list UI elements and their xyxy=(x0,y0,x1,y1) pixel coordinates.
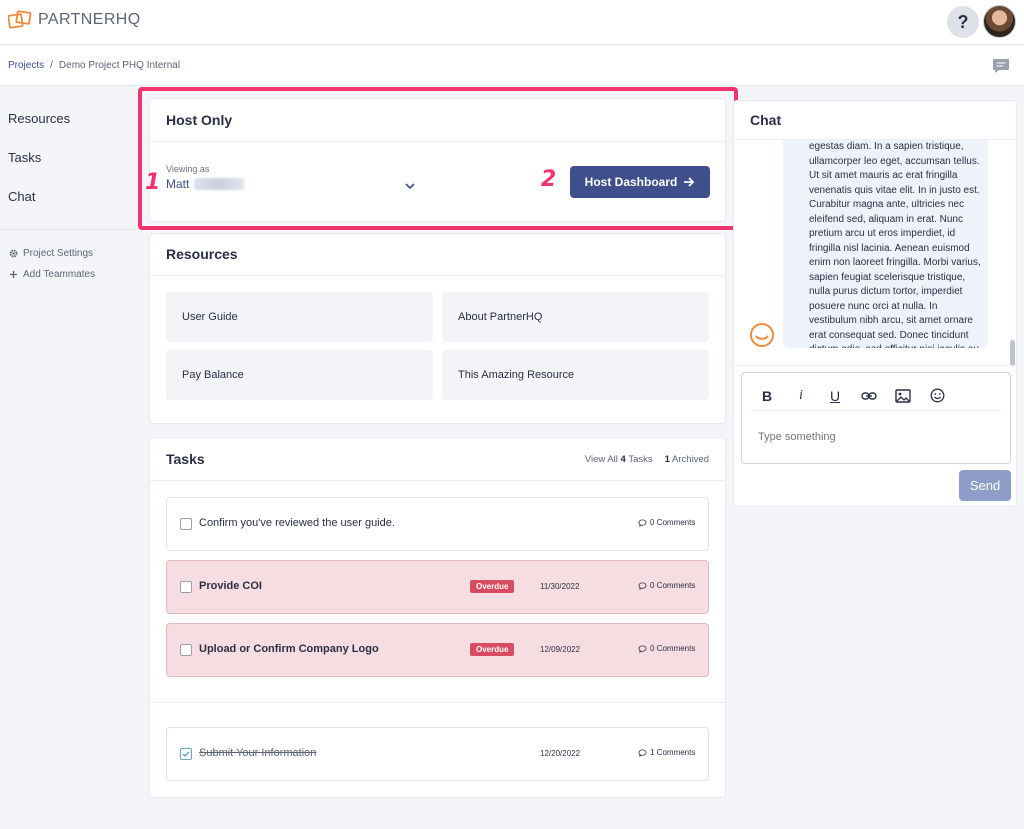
task-label: Submit Your Information xyxy=(199,747,317,759)
task-row[interactable]: Upload or Confirm Company Logo Overdue 1… xyxy=(166,623,709,677)
task-comments[interactable]: 0 Comments xyxy=(638,518,695,527)
chat-message-list[interactable]: egestas diam. In a sapien tristique, ull… xyxy=(734,140,1016,365)
breadcrumb: Projects / Demo Project PHQ Internal xyxy=(8,60,180,71)
feedback-icon[interactable] xyxy=(992,58,1010,74)
task-due-date: 11/30/2022 xyxy=(540,582,580,591)
overdue-badge: Overdue xyxy=(470,643,515,656)
annotation-marker-1: 1 xyxy=(145,170,161,195)
gear-icon xyxy=(9,249,18,258)
underline-button[interactable]: U xyxy=(818,388,852,404)
chat-divider xyxy=(734,365,1016,366)
task-checkbox[interactable] xyxy=(180,581,192,593)
send-button[interactable]: Send xyxy=(959,470,1011,501)
task-row[interactable]: Confirm you've reviewed the user guide. … xyxy=(166,497,709,551)
emoji-icon xyxy=(930,388,944,403)
chat-panel: Chat egestas diam. In a sapien tristique… xyxy=(733,100,1017,507)
nav-item-chat[interactable]: Chat xyxy=(8,189,35,204)
task-due-date: 12/20/2022 xyxy=(540,749,581,758)
partnerhq-logo-icon xyxy=(8,10,32,29)
completed-divider xyxy=(150,702,725,703)
task-checkbox[interactable] xyxy=(180,644,192,656)
link-icon xyxy=(861,391,877,400)
archived-tasks-link[interactable]: 1 Archived xyxy=(665,454,709,465)
user-avatar[interactable] xyxy=(983,5,1016,38)
chat-scrollbar[interactable] xyxy=(1010,340,1015,365)
resources-title: Resources xyxy=(166,246,238,262)
project-settings-link[interactable]: Project Settings xyxy=(9,248,93,259)
add-teammates-link[interactable]: Add Teammates xyxy=(9,269,95,280)
resource-tile[interactable]: User Guide xyxy=(166,292,433,342)
comment-icon xyxy=(638,644,647,653)
logo[interactable]: PARTNERHQ xyxy=(8,10,141,30)
nav-item-tasks[interactable]: Tasks xyxy=(8,150,41,165)
resource-tile[interactable]: This Amazing Resource xyxy=(442,350,709,400)
task-comments[interactable]: 0 Comments xyxy=(638,644,695,653)
emoji-button[interactable] xyxy=(920,388,954,403)
task-label: Upload or Confirm Company Logo xyxy=(199,643,379,655)
host-only-highlight-box xyxy=(138,87,738,230)
task-comments[interactable]: 0 Comments xyxy=(638,581,695,590)
breadcrumb-current: Demo Project PHQ Internal xyxy=(58,60,181,71)
image-button[interactable] xyxy=(886,388,920,403)
logo-text: PARTNERHQ xyxy=(38,11,141,28)
annotation-marker-2: 2 xyxy=(541,167,557,192)
resources-card: Resources User Guide About PartnerHQ Pay… xyxy=(149,233,726,424)
image-icon xyxy=(895,388,911,403)
overdue-badge: Overdue xyxy=(470,580,515,593)
comment-icon xyxy=(638,581,647,590)
resource-tile[interactable]: About PartnerHQ xyxy=(442,292,709,342)
breadcrumb-projects-link[interactable]: Projects xyxy=(8,60,44,71)
plus-icon xyxy=(9,270,18,279)
tasks-card: Tasks View All 4 Tasks 1 Archived Confir… xyxy=(149,437,726,798)
link-button[interactable] xyxy=(852,391,886,401)
view-all-tasks-link[interactable]: View All 4 Tasks xyxy=(585,454,653,465)
task-due-date: 12/09/2022 xyxy=(540,645,581,654)
checkmark-icon xyxy=(182,751,190,758)
comment-icon xyxy=(638,748,647,757)
comment-icon xyxy=(638,518,647,527)
help-button[interactable]: ? xyxy=(947,6,979,38)
editor-toolbar: B i U xyxy=(750,381,1004,411)
chat-title: Chat xyxy=(750,112,782,128)
nav-divider xyxy=(0,229,138,230)
bold-button[interactable]: B xyxy=(750,388,784,404)
breadcrumb-separator: / xyxy=(50,60,53,71)
project-settings-label: Project Settings xyxy=(23,248,94,259)
resource-tile[interactable]: Pay Balance xyxy=(166,350,433,400)
breadcrumb-bar: Projects / Demo Project PHQ Internal xyxy=(0,46,1024,86)
task-checkbox[interactable] xyxy=(180,518,192,530)
card-divider xyxy=(150,275,725,276)
task-row[interactable]: Provide COI Overdue 11/30/2022 0 Comment… xyxy=(166,560,709,614)
task-label: Confirm you've reviewed the user guide. xyxy=(199,517,395,529)
task-checkbox-checked[interactable] xyxy=(180,748,192,760)
nav-item-resources[interactable]: Resources xyxy=(8,111,70,126)
task-row[interactable]: Submit Your Information 12/20/2022 1 Com… xyxy=(166,727,709,781)
smiley-avatar-icon xyxy=(750,323,774,347)
italic-button[interactable]: i xyxy=(784,388,818,404)
task-comments[interactable]: 1 Comments xyxy=(638,748,695,757)
add-teammates-label: Add Teammates xyxy=(23,269,96,280)
chat-editor: B i U xyxy=(741,372,1011,464)
chat-message-input[interactable] xyxy=(758,431,998,443)
card-divider xyxy=(150,480,725,481)
top-bar: PARTNERHQ ? xyxy=(0,0,1024,45)
chat-message-bubble: egestas diam. In a sapien tristique, ull… xyxy=(783,140,988,348)
tasks-header-links: View All 4 Tasks 1 Archived xyxy=(585,454,709,465)
task-label: Provide COI xyxy=(199,580,262,592)
tasks-title: Tasks xyxy=(166,451,205,467)
